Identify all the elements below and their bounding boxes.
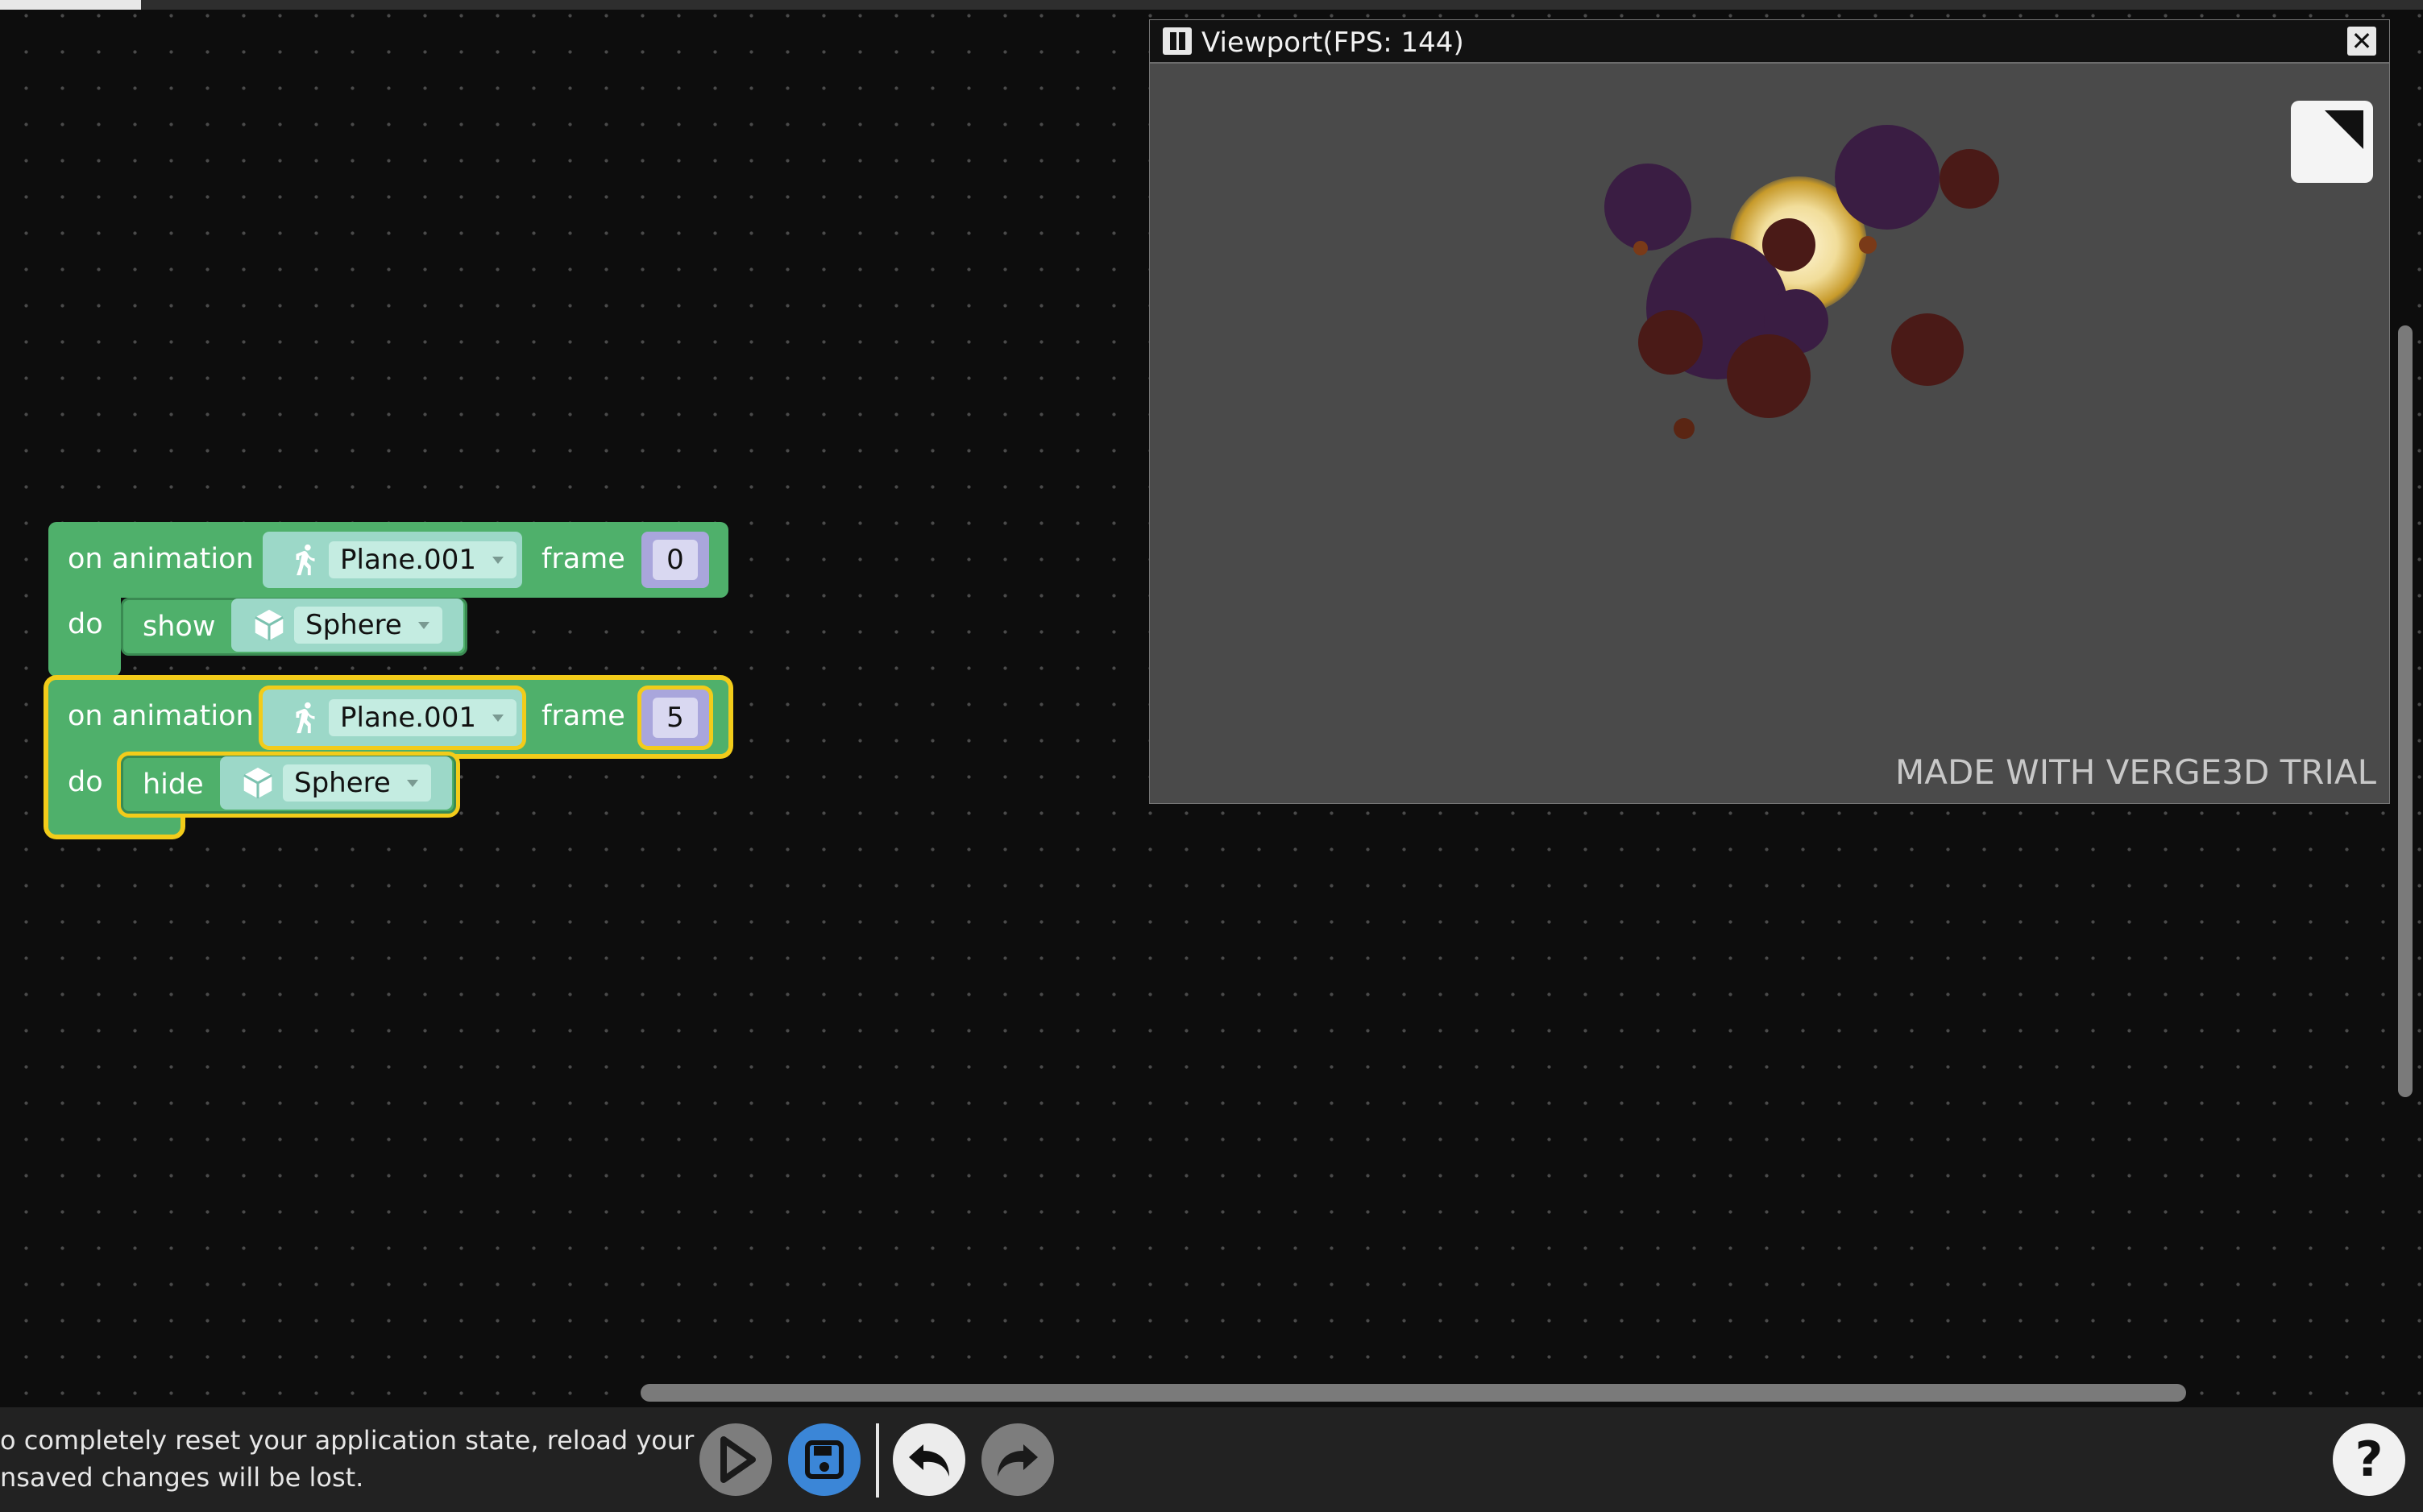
event-label: on animation (68, 700, 254, 732)
active-tab-indicator[interactable] (0, 0, 141, 10)
action-label: show (143, 611, 216, 643)
animation-object-dropdown[interactable]: Plane.001 (263, 532, 522, 588)
do-label: do (68, 608, 103, 640)
target-name: Sphere (283, 764, 431, 802)
object-name: Plane.001 (329, 699, 517, 736)
debris-particle (1633, 241, 1648, 255)
hide-action-block[interactable]: hide Sphere (121, 756, 456, 814)
notice-line: o completely reset your application stat… (0, 1425, 695, 1456)
target-object-dropdown[interactable]: Sphere (220, 756, 452, 810)
frame-value: 0 (653, 540, 698, 580)
floppy-disk-icon (805, 1440, 844, 1479)
help-button[interactable]: ? (2333, 1423, 2405, 1496)
top-tab-strip (0, 0, 2423, 10)
reset-notice: o completely reset your application stat… (0, 1422, 694, 1496)
smoke-sphere (1638, 310, 1703, 375)
smoke-sphere (1940, 149, 1999, 209)
redo-button[interactable] (981, 1423, 1054, 1496)
run-button[interactable] (699, 1423, 772, 1496)
smoke-sphere (1835, 125, 1940, 230)
save-button[interactable] (788, 1423, 861, 1496)
running-figure-icon (287, 541, 324, 578)
undo-button[interactable] (893, 1423, 965, 1496)
event-label: on animation (68, 543, 254, 575)
viewport-title: Viewport(FPS: 144) (1201, 27, 1464, 59)
animation-object-dropdown[interactable]: Plane.001 (263, 690, 522, 746)
debris-particle (1859, 236, 1877, 254)
3d-scene-canvas[interactable]: MADE WITH VERGE3D TRIAL (1150, 64, 2389, 803)
frame-label: frame (541, 543, 625, 575)
vertical-scrollbar[interactable] (2398, 325, 2413, 1097)
bottom-toolbar: o completely reset your application stat… (0, 1407, 2423, 1512)
frame-number-input[interactable]: 0 (641, 532, 709, 588)
show-action-block[interactable]: show Sphere (121, 598, 467, 656)
close-icon[interactable]: ✕ (2347, 27, 2376, 56)
expand-icon[interactable] (2291, 101, 2373, 183)
pause-icon[interactable] (1163, 27, 1192, 55)
action-label: hide (143, 768, 204, 801)
smoke-sphere (1762, 218, 1815, 271)
target-name: Sphere (294, 607, 442, 644)
cube-icon (239, 764, 276, 802)
target-object-dropdown[interactable]: Sphere (231, 599, 463, 652)
redo-icon (998, 1444, 1038, 1477)
toolbar-separator (876, 1423, 879, 1498)
viewport-window[interactable]: Viewport(FPS: 144) ✕ MADE WITH VERGE3D T… (1149, 19, 2390, 804)
notice-line: nsaved changes will be lost. (0, 1462, 364, 1493)
frame-label: frame (541, 700, 625, 732)
do-label: do (68, 766, 103, 798)
play-icon (720, 1436, 756, 1483)
frame-number-input[interactable]: 5 (641, 690, 709, 746)
undo-icon (909, 1444, 949, 1477)
debris-particle (1674, 418, 1695, 439)
frame-value: 5 (653, 698, 698, 738)
cube-icon (251, 607, 288, 644)
trial-watermark: MADE WITH VERGE3D TRIAL (1894, 752, 2376, 792)
object-name: Plane.001 (329, 541, 517, 578)
smoke-sphere (1891, 313, 1964, 386)
viewport-titlebar[interactable]: Viewport(FPS: 144) ✕ (1150, 20, 2389, 64)
smoke-sphere (1604, 164, 1691, 251)
running-figure-icon (287, 699, 324, 736)
smoke-sphere (1727, 334, 1811, 418)
horizontal-scrollbar[interactable] (641, 1384, 2186, 1402)
